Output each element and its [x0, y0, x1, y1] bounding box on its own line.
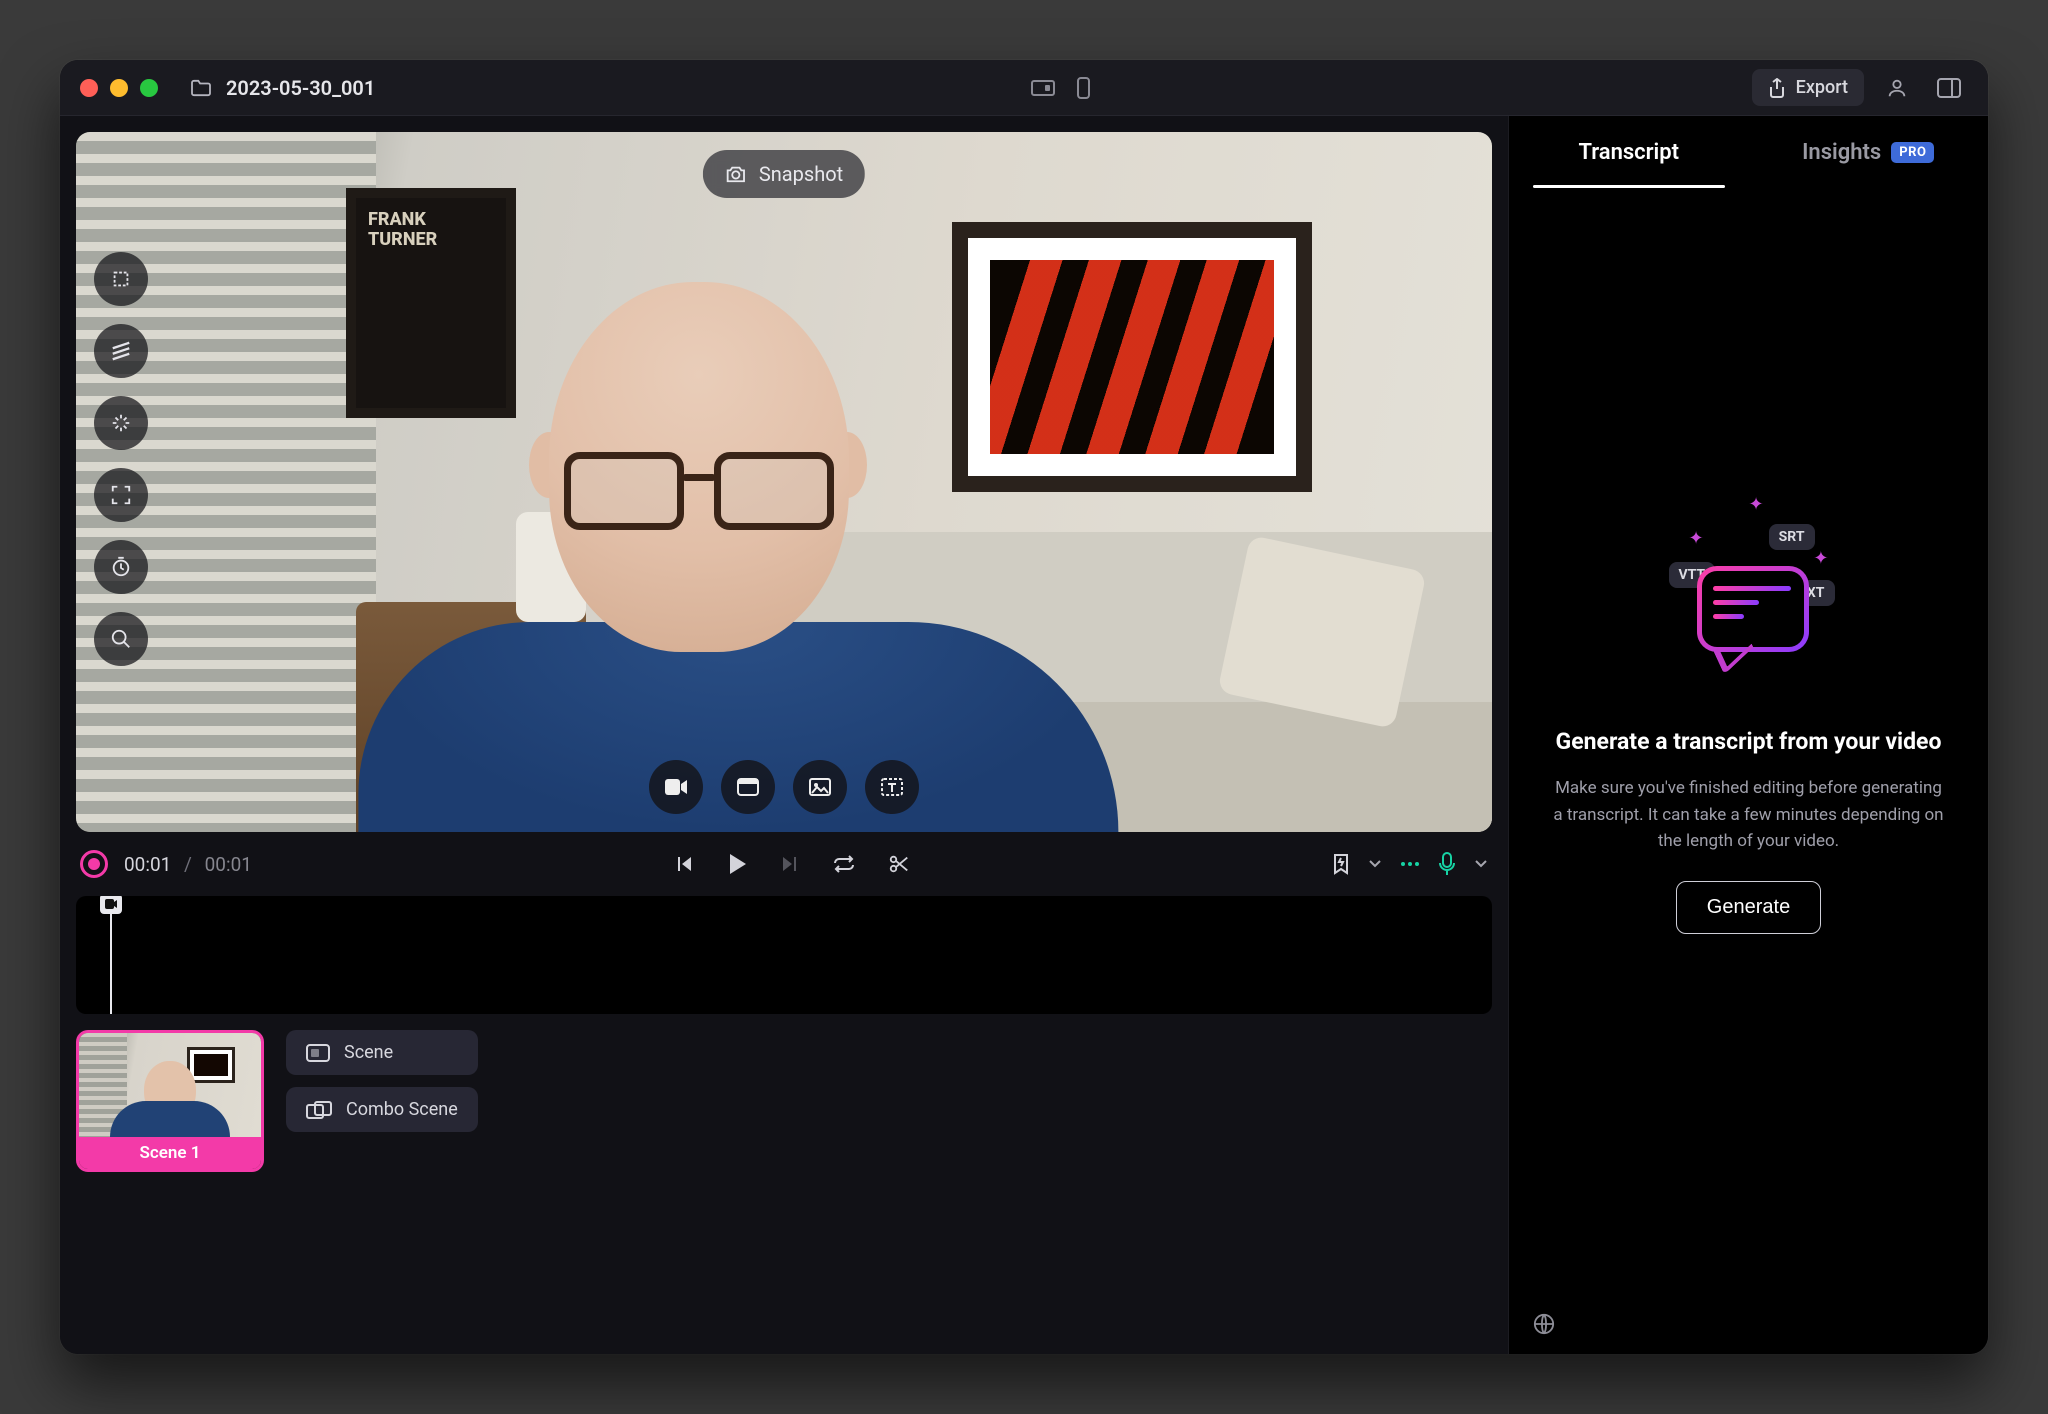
play-button[interactable]: [726, 852, 748, 876]
snapshot-label: Snapshot: [759, 162, 843, 186]
camera-icon: [725, 164, 747, 184]
titlebar: 2023-05-30_001 Export: [60, 60, 1988, 116]
side-panel: Transcript Insights PRO ✦ ✦ ✦ SRT VTT TX…: [1508, 116, 1988, 1354]
add-scene-button[interactable]: Scene: [286, 1030, 478, 1075]
pro-badge: PRO: [1891, 142, 1934, 163]
media-source-bar: [649, 760, 919, 814]
preview-canvas[interactable]: FRANK TURNER Snapshot: [76, 132, 1492, 832]
folder-icon[interactable]: [190, 79, 212, 97]
time-display: 00:01 / 00:01: [124, 853, 252, 876]
scene-thumbnail-1[interactable]: Scene 1: [76, 1030, 264, 1172]
scenes-row: Scene 1 Scene Combo Scene: [60, 1014, 1508, 1188]
scene-1-label: Scene 1: [79, 1137, 261, 1169]
screen-source-button[interactable]: [721, 760, 775, 814]
bookmark-button[interactable]: [1332, 853, 1350, 875]
timer-tool-button[interactable]: [94, 540, 148, 594]
record-button[interactable]: [80, 850, 108, 878]
editor-area: FRANK TURNER Snapshot: [60, 116, 1508, 1354]
tab-transcript[interactable]: Transcript: [1509, 116, 1749, 188]
aspect-mobile-button[interactable]: [1070, 78, 1096, 98]
scene-poster-right: [952, 222, 1312, 492]
combo-scene-icon: [306, 1101, 332, 1119]
transcript-illustration: ✦ ✦ ✦ SRT VTT TXT: [1639, 488, 1859, 708]
transport-bar: 00:01 / 00:01: [60, 832, 1508, 896]
scene-poster-left: FRANK TURNER: [346, 188, 516, 418]
scene-person-glasses: [564, 452, 834, 532]
toggle-sidebar-button[interactable]: [1930, 69, 1968, 107]
current-time: 00:01: [124, 853, 171, 876]
export-label: Export: [1796, 77, 1848, 98]
mic-button[interactable]: [1438, 852, 1456, 876]
export-button[interactable]: Export: [1752, 69, 1864, 106]
mic-menu-chevron-icon[interactable]: [1474, 859, 1488, 869]
cut-button[interactable]: [888, 853, 910, 875]
share-icon: [1768, 78, 1786, 98]
more-button[interactable]: [1400, 861, 1420, 867]
aspect-desktop-button[interactable]: [1030, 78, 1056, 98]
close-window-button[interactable]: [80, 79, 98, 97]
magic-tool-button[interactable]: [94, 396, 148, 450]
maximize-window-button[interactable]: [140, 79, 158, 97]
effects-tool-button[interactable]: [94, 324, 148, 378]
text-source-button[interactable]: [865, 760, 919, 814]
scene-icon: [306, 1044, 330, 1062]
srt-chip: SRT: [1769, 524, 1815, 550]
transcript-title: Generate a transcript from your video: [1556, 728, 1942, 755]
window-controls: [80, 79, 158, 97]
side-tabs: Transcript Insights PRO: [1509, 116, 1988, 188]
transcript-description: Make sure you've finished editing before…: [1549, 775, 1949, 854]
timeline[interactable]: [76, 896, 1492, 1014]
center-tool-button[interactable]: [94, 468, 148, 522]
image-source-button[interactable]: [793, 760, 847, 814]
tab-insights[interactable]: Insights PRO: [1749, 116, 1989, 188]
bookmark-menu-chevron-icon[interactable]: [1368, 859, 1382, 869]
project-title: 2023-05-30_001: [226, 76, 375, 100]
sparkle-icon: ✦: [1689, 528, 1704, 549]
sparkle-icon: ✦: [1749, 494, 1764, 515]
next-button[interactable]: [780, 854, 800, 874]
generate-transcript-button[interactable]: Generate: [1676, 881, 1821, 934]
loop-button[interactable]: [832, 854, 856, 874]
preview-tool-column: [94, 252, 148, 666]
add-combo-scene-button[interactable]: Combo Scene: [286, 1087, 478, 1132]
zoom-tool-button[interactable]: [94, 612, 148, 666]
account-button[interactable]: [1878, 69, 1916, 107]
language-button[interactable]: [1533, 1313, 1555, 1335]
crop-tool-button[interactable]: [94, 252, 148, 306]
sparkle-icon: ✦: [1813, 548, 1828, 569]
minimize-window-button[interactable]: [110, 79, 128, 97]
app-window: 2023-05-30_001 Export: [60, 60, 1988, 1354]
prev-button[interactable]: [674, 854, 694, 874]
duration: 00:01: [205, 853, 252, 876]
snapshot-button[interactable]: Snapshot: [703, 150, 865, 198]
camera-source-button[interactable]: [649, 760, 703, 814]
playhead-handle[interactable]: [100, 896, 122, 914]
